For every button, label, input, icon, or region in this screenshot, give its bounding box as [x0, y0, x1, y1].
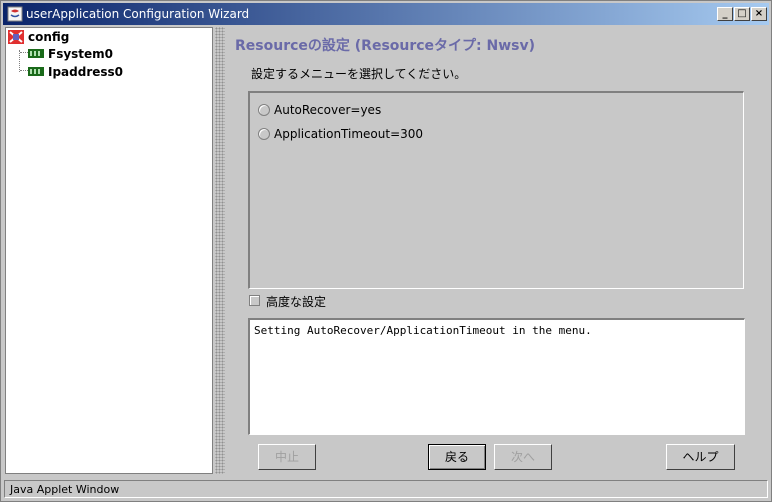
- minimize-button[interactable]: _: [717, 7, 733, 21]
- status-bar: Java Applet Window: [4, 480, 768, 498]
- config-icon: [8, 30, 24, 44]
- option-label: AutoRecover=yes: [274, 103, 382, 117]
- menu-options-panel: AutoRecover=yes ApplicationTimeout=300: [248, 91, 744, 289]
- resource-icon: [28, 67, 44, 76]
- maximize-button[interactable]: □: [734, 7, 750, 21]
- status-text: Java Applet Window: [10, 483, 120, 496]
- window-title: userApplication Configuration Wizard: [26, 7, 250, 21]
- title-bar[interactable]: userApplication Configuration Wizard _ □…: [3, 3, 769, 25]
- tree-item-label: Ipaddress0: [48, 65, 124, 79]
- advanced-settings-checkbox[interactable]: [249, 295, 260, 306]
- next-button[interactable]: 次へ: [494, 444, 552, 470]
- cancel-button[interactable]: 中止: [258, 444, 316, 470]
- tree-connector: [19, 50, 20, 72]
- tree-item-label: Fsystem0: [48, 47, 114, 61]
- page-title: Resourceの設定 (Resourceタイプ: Nwsv): [235, 38, 536, 54]
- message-area: Setting AutoRecover/ApplicationTimeout i…: [248, 318, 745, 435]
- close-button[interactable]: ×: [751, 7, 767, 21]
- java-app-icon: [7, 6, 23, 22]
- wizard-window: userApplication Configuration Wizard _ □…: [0, 0, 772, 502]
- radio-button[interactable]: [258, 104, 270, 116]
- pane-splitter[interactable]: [215, 27, 225, 474]
- resource-tree[interactable]: config Fsystem0 Ipaddress0: [5, 27, 213, 474]
- option-label: ApplicationTimeout=300: [274, 127, 424, 141]
- resource-icon: [28, 49, 44, 58]
- help-button[interactable]: ヘルプ: [666, 444, 735, 470]
- message-text: Setting AutoRecover/ApplicationTimeout i…: [254, 324, 592, 337]
- instruction-text: 設定するメニューを選択してください。: [251, 67, 467, 81]
- radio-button[interactable]: [258, 128, 270, 140]
- back-button[interactable]: 戻る: [428, 444, 486, 470]
- advanced-settings-label: 高度な設定: [266, 295, 327, 309]
- tree-item-label: config: [28, 30, 70, 44]
